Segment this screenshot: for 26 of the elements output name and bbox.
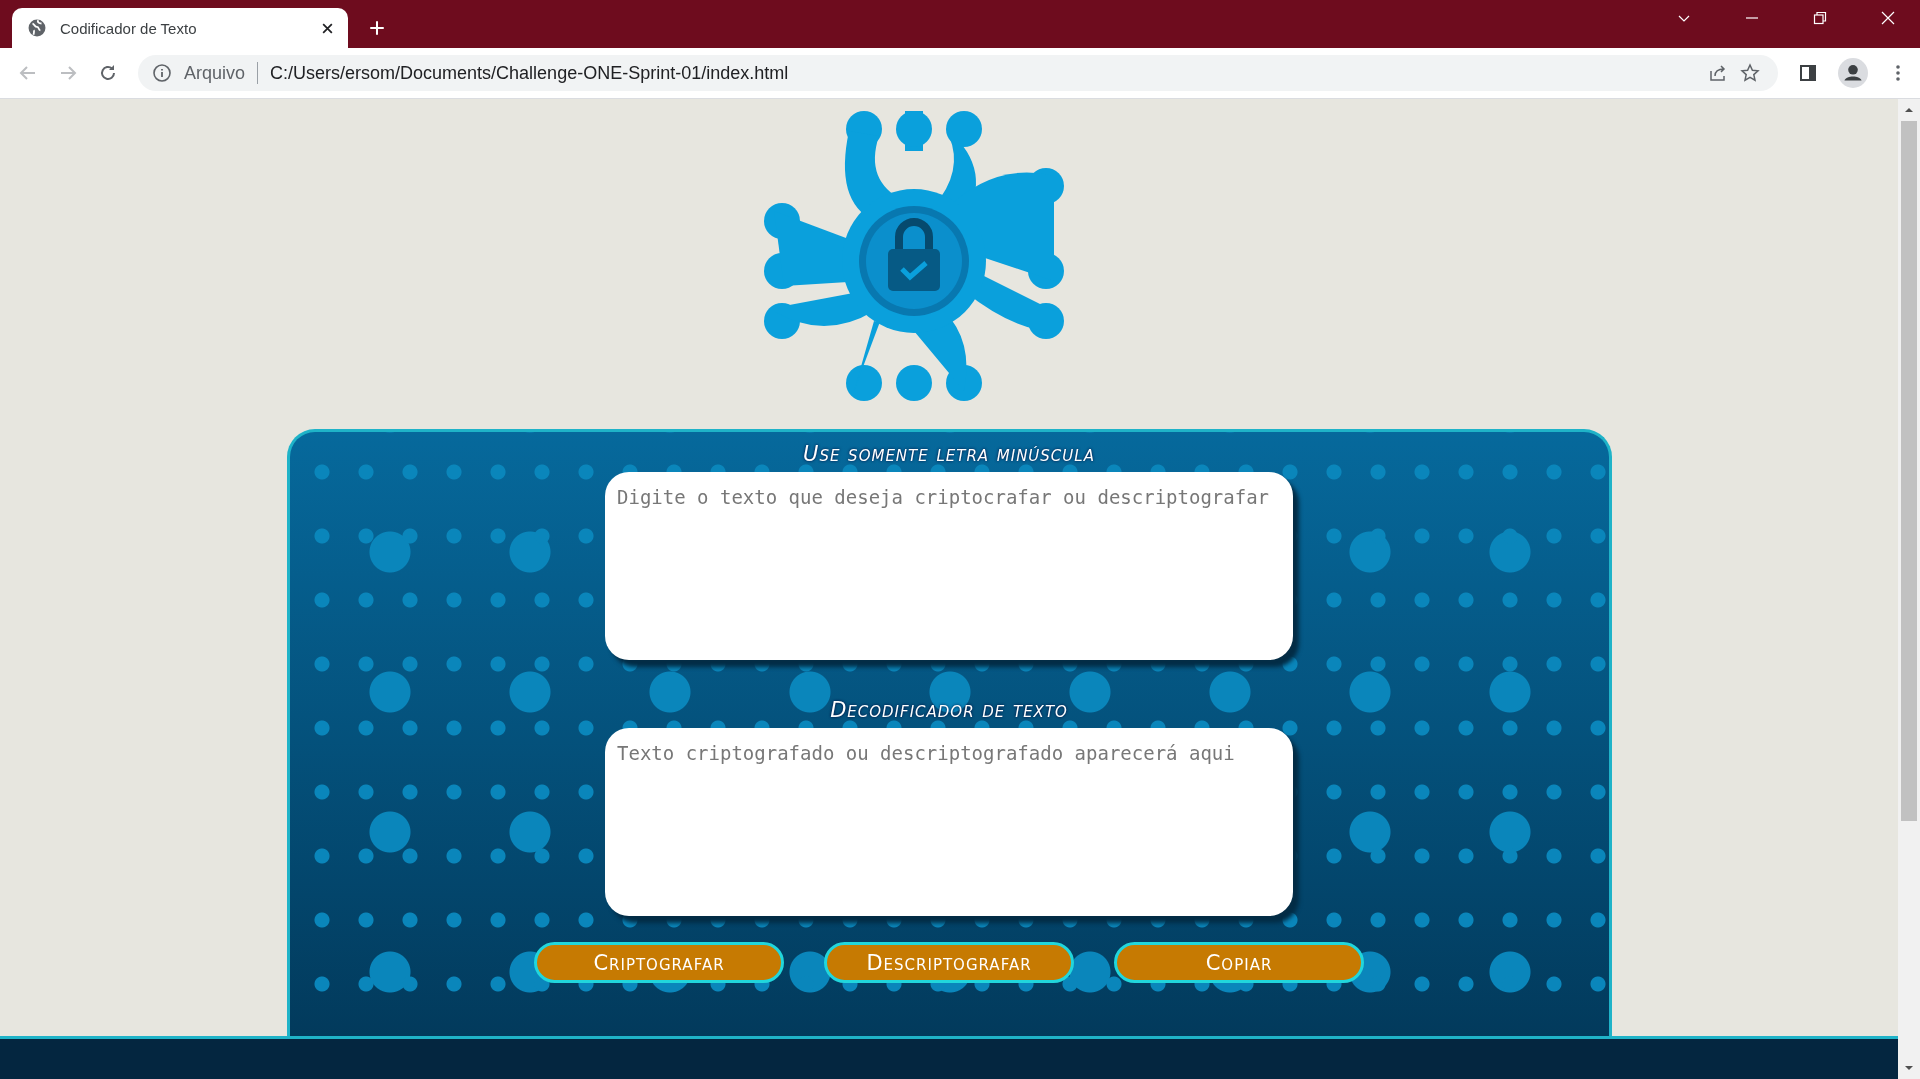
address-bar[interactable]: Arquivo C:/Users/ersom/Documents/Challenge-ONE-Sprint-01/index.html (138, 55, 1778, 91)
tab-title: Codificador de Texto (60, 19, 198, 37)
output-heading: Decodificador de texto (830, 698, 1068, 724)
output-text-field[interactable]: Texto criptografado ou descriptografado aparecerá aqui (605, 728, 1293, 916)
info-icon[interactable] (152, 63, 172, 83)
url-text: C:/Users/ersom/Documents/Challenge-ONE-Sprint-01/index.html (270, 62, 789, 84)
copy-button[interactable]: Copiar (1114, 942, 1364, 983)
scrollbar[interactable] (1898, 99, 1920, 1079)
restore-icon[interactable] (1812, 10, 1828, 26)
scroll-down-icon[interactable] (1904, 1063, 1914, 1073)
globe-icon (28, 19, 46, 37)
input-text-field[interactable]: Digite o texto que deseja criptocrafar ou descriptografar (605, 472, 1293, 660)
star-icon[interactable] (1740, 63, 1760, 83)
share-icon[interactable] (1708, 63, 1728, 83)
scroll-up-icon[interactable] (1904, 105, 1914, 115)
security-label: Arquivo (184, 62, 246, 84)
close-icon[interactable] (321, 21, 334, 35)
reload-icon[interactable] (98, 63, 118, 83)
new-tab-icon[interactable] (368, 19, 386, 37)
decrypt-button[interactable]: Descriptografar (824, 942, 1074, 983)
profile-avatar-icon[interactable] (1838, 58, 1868, 88)
browser-tab[interactable]: Codificador de Texto (12, 8, 348, 48)
encrypt-button[interactable]: Criptografar (534, 942, 784, 983)
scrollbar-thumb[interactable] (1901, 121, 1917, 821)
input-heading: Use somente letra minúscula (803, 442, 1095, 468)
side-panel-icon[interactable] (1798, 63, 1818, 83)
